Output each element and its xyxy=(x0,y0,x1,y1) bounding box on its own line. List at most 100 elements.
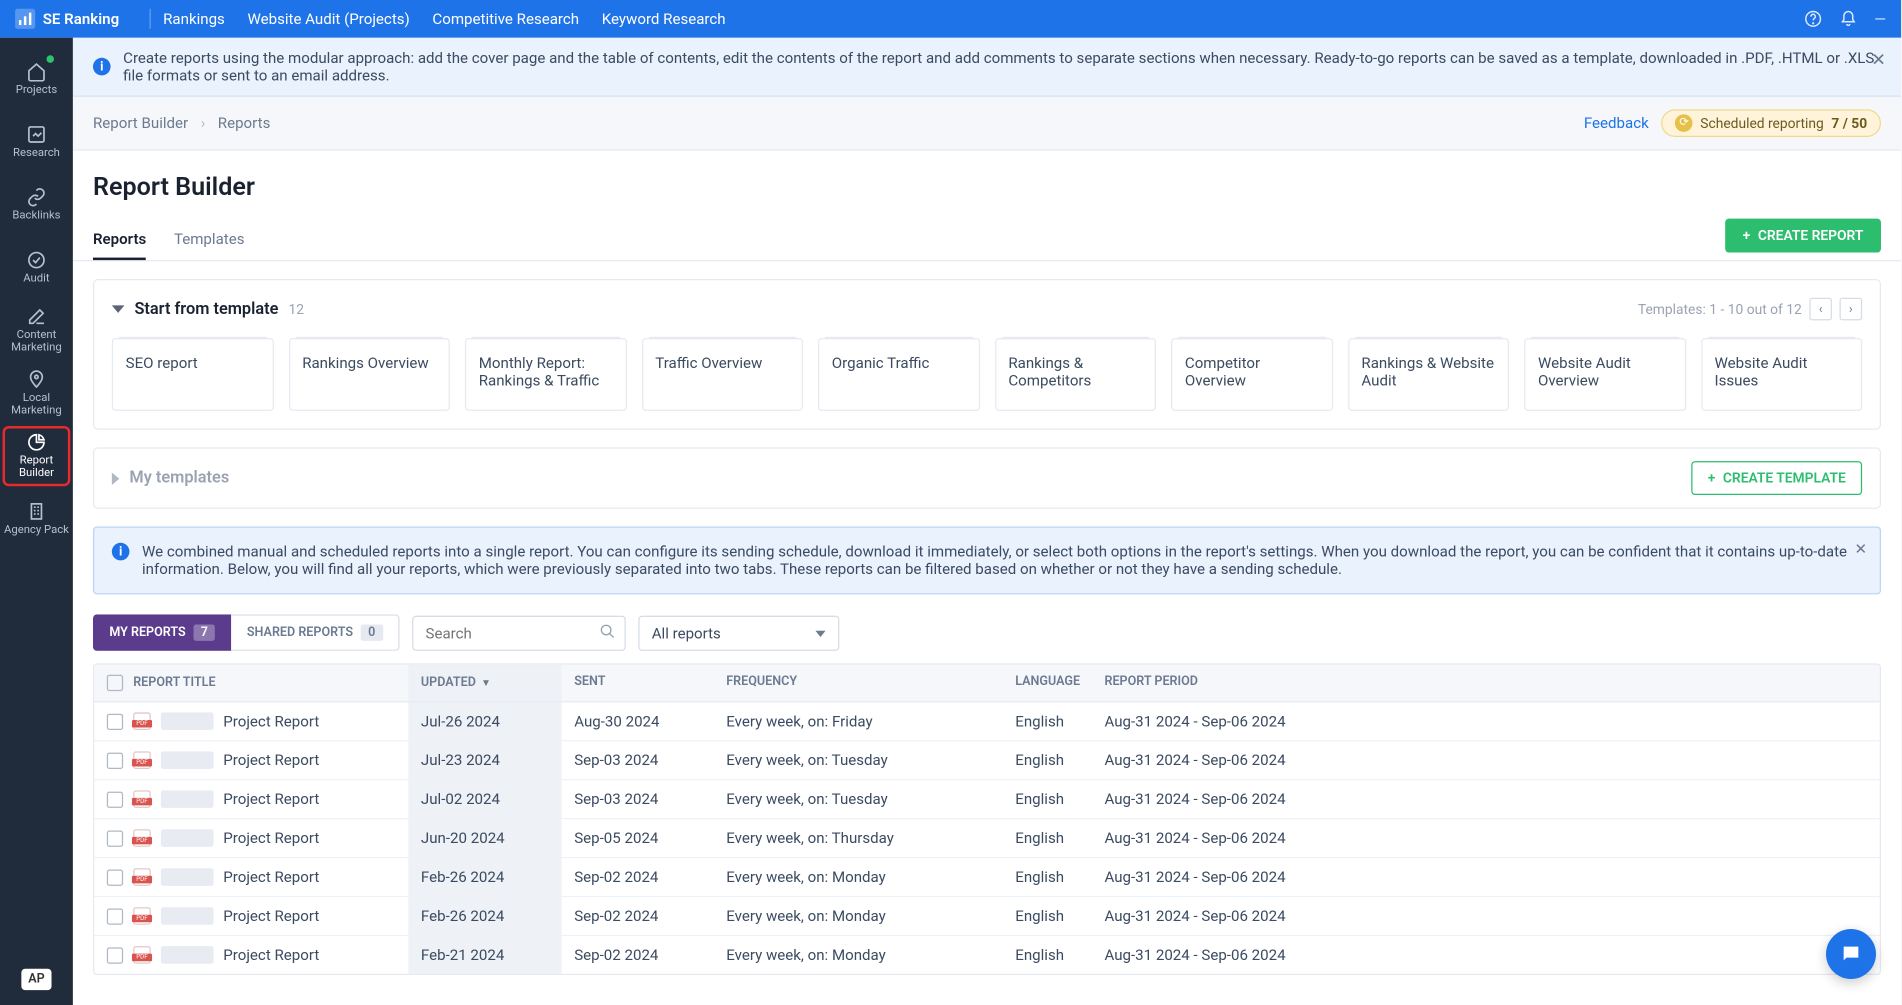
row-checkbox[interactable] xyxy=(107,869,123,885)
pin-icon xyxy=(25,368,48,391)
col-updated[interactable]: UPDATED xyxy=(421,676,476,690)
template-range: Templates: 1 - 10 out of 12 xyxy=(1638,301,1802,317)
col-period[interactable]: REPORT PERIOD xyxy=(1092,665,1880,701)
nav-keyword[interactable]: Keyword Research xyxy=(602,10,726,28)
sidebar-item-backlinks[interactable]: Backlinks xyxy=(4,176,69,234)
cell-updated: Jul-23 2024 xyxy=(408,741,561,779)
cell-lang: English xyxy=(1003,741,1092,779)
bell-icon[interactable] xyxy=(1839,10,1857,28)
chevron-down-icon[interactable] xyxy=(112,305,125,313)
template-card[interactable]: Website Audit Overview xyxy=(1524,338,1685,411)
table-header: REPORT TITLE UPDATED ▼ SENT FREQUENCY LA… xyxy=(94,665,1879,703)
table-row[interactable]: xxxxxxx Project Report Feb-26 2024 Sep-0… xyxy=(94,858,1879,897)
table-row[interactable]: xxxxxxx Project Report Jul-23 2024 Sep-0… xyxy=(94,741,1879,780)
template-card[interactable]: Rankings & Competitors xyxy=(995,338,1156,411)
reports-table: REPORT TITLE UPDATED ▼ SENT FREQUENCY LA… xyxy=(93,663,1881,975)
template-card[interactable]: Competitor Overview xyxy=(1171,338,1332,411)
cell-period: Aug-31 2024 - Sep-06 2024 xyxy=(1092,936,1880,974)
template-card[interactable]: SEO report xyxy=(112,338,273,411)
select-value: All reports xyxy=(652,624,721,642)
chat-button[interactable] xyxy=(1826,929,1876,979)
template-card[interactable]: Organic Traffic xyxy=(818,338,979,411)
table-row[interactable]: xxxxxxx Project Report Jun-20 2024 Sep-0… xyxy=(94,819,1879,858)
template-card[interactable]: Website Audit Issues xyxy=(1701,338,1862,411)
sidebar-label: Agency Pack xyxy=(4,525,69,537)
brand-name: SE Ranking xyxy=(43,10,119,28)
prev-page-button[interactable]: ‹ xyxy=(1809,298,1832,321)
cell-freq: Every week, on: Tuesday xyxy=(714,741,1003,779)
sidebar-item-content[interactable]: Content Marketing xyxy=(4,302,69,360)
brand-logo[interactable]: SE Ranking xyxy=(15,9,119,29)
sidebar-item-report-builder[interactable]: Report Builder xyxy=(4,427,69,485)
col-freq[interactable]: FREQUENCY xyxy=(714,665,1003,701)
scheduled-count: 7 / 50 xyxy=(1831,115,1867,131)
sidebar-item-research[interactable]: Research xyxy=(4,113,69,171)
table-row[interactable]: xxxxxxx Project Report Jul-26 2024 Aug-3… xyxy=(94,702,1879,741)
select-all-checkbox[interactable] xyxy=(107,675,123,691)
col-sent[interactable]: SENT xyxy=(562,665,714,701)
template-count: 12 xyxy=(288,301,304,317)
table-row[interactable]: xxxxxxx Project Report Feb-26 2024 Sep-0… xyxy=(94,897,1879,936)
breadcrumb-current: Reports xyxy=(218,114,271,132)
col-title[interactable]: REPORT TITLE xyxy=(133,676,215,690)
table-row[interactable]: xxxxxxx Project Report Feb-21 2024 Sep-0… xyxy=(94,936,1879,974)
tab-templates[interactable]: Templates xyxy=(174,219,245,259)
my-templates-section: My templates + CREATE TEMPLATE xyxy=(93,447,1881,509)
tab-shared-reports[interactable]: SHARED REPORTS 0 xyxy=(232,614,399,650)
chevron-right-icon[interactable] xyxy=(112,472,120,485)
row-checkbox[interactable] xyxy=(107,713,123,729)
cell-updated: Jun-20 2024 xyxy=(408,819,561,857)
help-icon[interactable] xyxy=(1804,10,1822,28)
cell-lang: English xyxy=(1003,858,1092,896)
create-template-button[interactable]: + CREATE TEMPLATE xyxy=(1691,461,1862,495)
cell-updated: Feb-26 2024 xyxy=(408,897,561,935)
cell-freq: Every week, on: Friday xyxy=(714,702,1003,740)
template-section: Start from template 12 Templates: 1 - 10… xyxy=(93,279,1881,430)
feedback-link[interactable]: Feedback xyxy=(1584,114,1649,132)
row-checkbox[interactable] xyxy=(107,791,123,807)
redacted-prefix: xxxxxxx xyxy=(161,790,213,808)
close-icon[interactable]: ✕ xyxy=(1855,540,1868,558)
minimize-icon[interactable]: — xyxy=(1874,10,1886,28)
tab-reports[interactable]: Reports xyxy=(93,219,146,259)
next-page-button[interactable]: › xyxy=(1840,298,1863,321)
search-input[interactable] xyxy=(412,615,626,650)
sidebar-label: Local Marketing xyxy=(4,393,69,418)
research-icon xyxy=(25,123,48,146)
sidebar-item-projects[interactable]: Projects xyxy=(4,50,69,108)
scheduled-badge[interactable]: ⟳ Scheduled reporting 7 / 50 xyxy=(1661,109,1881,137)
row-checkbox[interactable] xyxy=(107,752,123,768)
filter-select[interactable]: All reports xyxy=(638,615,839,650)
logo-icon xyxy=(15,9,35,29)
cell-sent: Sep-02 2024 xyxy=(562,936,714,974)
template-card[interactable]: Rankings Overview xyxy=(288,338,449,411)
cell-updated: Feb-26 2024 xyxy=(408,858,561,896)
row-checkbox[interactable] xyxy=(107,830,123,846)
row-checkbox[interactable] xyxy=(107,947,123,963)
template-card[interactable]: Monthly Report: Rankings & Traffic xyxy=(465,338,626,411)
col-lang[interactable]: LANGUAGE xyxy=(1003,665,1092,701)
cell-sent: Aug-30 2024 xyxy=(562,702,714,740)
sidebar-item-local[interactable]: Local Marketing xyxy=(4,364,69,422)
report-title: Project Report xyxy=(223,829,319,847)
cell-lang: English xyxy=(1003,819,1092,857)
cell-sent: Sep-03 2024 xyxy=(562,741,714,779)
cell-sent: Sep-05 2024 xyxy=(562,819,714,857)
sidebar-item-audit[interactable]: Audit xyxy=(4,239,69,297)
row-checkbox[interactable] xyxy=(107,908,123,924)
section-title: Start from template xyxy=(134,300,278,319)
my-templates-title: My templates xyxy=(129,469,229,488)
sidebar-item-agency[interactable]: Agency Pack xyxy=(4,490,69,548)
tab-my-reports[interactable]: MY REPORTS 7 xyxy=(93,614,232,650)
nav-rankings[interactable]: Rankings xyxy=(163,10,225,28)
close-icon[interactable]: ✕ xyxy=(1871,50,1886,70)
create-report-button[interactable]: + CREATE REPORT xyxy=(1725,219,1881,253)
sidebar-footer[interactable]: AP xyxy=(22,964,51,988)
template-card[interactable]: Rankings & Website Audit xyxy=(1348,338,1509,411)
nav-audit[interactable]: Website Audit (Projects) xyxy=(247,10,409,28)
cell-freq: Every week, on: Monday xyxy=(714,897,1003,935)
breadcrumb-root[interactable]: Report Builder xyxy=(93,114,188,132)
table-row[interactable]: xxxxxxx Project Report Jul-02 2024 Sep-0… xyxy=(94,780,1879,819)
template-card[interactable]: Traffic Overview xyxy=(641,338,802,411)
nav-competitive[interactable]: Competitive Research xyxy=(432,10,579,28)
